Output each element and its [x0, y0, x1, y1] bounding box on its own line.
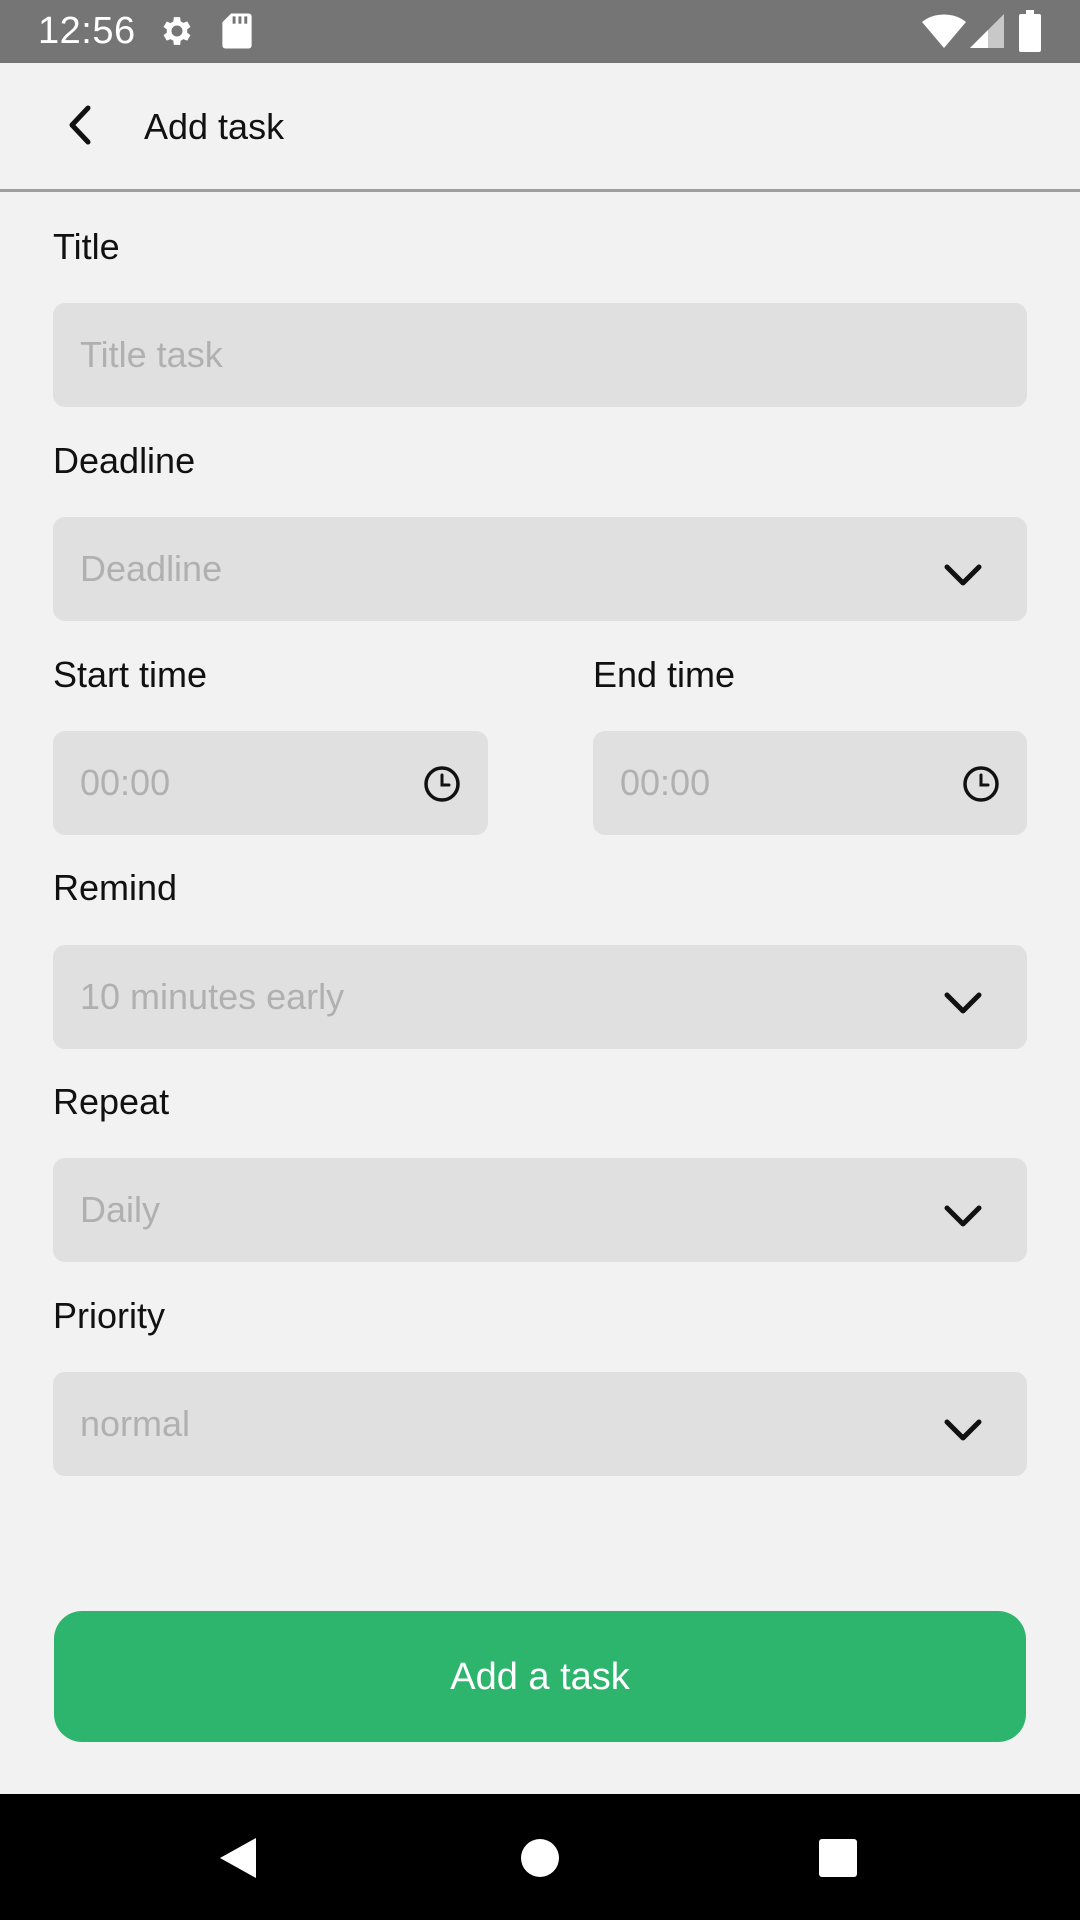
start-time-placeholder: 00:00	[80, 762, 171, 803]
signal-icon	[968, 12, 1004, 50]
end-time-label: End time	[593, 654, 736, 695]
title-label: Title	[53, 226, 120, 267]
remind-label: Remind	[53, 867, 178, 908]
remind-dropdown[interactable]: 10 minutes early	[53, 945, 1027, 1049]
add-task-button[interactable]: Add a task	[54, 1611, 1026, 1742]
gear-icon	[158, 12, 196, 50]
repeat-dropdown[interactable]: Daily	[53, 1158, 1027, 1262]
deadline-dropdown[interactable]: Deadline	[53, 517, 1027, 621]
nav-recents-icon[interactable]	[816, 1836, 860, 1880]
remind-value: 10 minutes early	[80, 976, 345, 1017]
sd-card-icon	[222, 12, 252, 50]
start-time-input[interactable]: 00:00	[53, 731, 488, 835]
app-bar: Add task	[0, 63, 1080, 192]
wifi-icon	[922, 12, 966, 50]
deadline-label: Deadline	[53, 440, 196, 481]
battery-icon	[1019, 10, 1041, 52]
page-title: Add task	[144, 106, 285, 147]
repeat-label: Repeat	[53, 1081, 170, 1122]
clock-icon	[962, 765, 1000, 803]
priority-value: normal	[80, 1403, 191, 1444]
title-input[interactable]: Title task	[53, 303, 1027, 407]
navigation-bar	[0, 1794, 1080, 1920]
repeat-value: Daily	[80, 1189, 161, 1230]
priority-dropdown[interactable]: normal	[53, 1372, 1027, 1476]
start-time-label: Start time	[53, 654, 208, 695]
clock-icon	[423, 765, 461, 803]
status-time: 12:56	[38, 10, 136, 52]
end-time-placeholder: 00:00	[620, 762, 711, 803]
end-time-input[interactable]: 00:00	[593, 731, 1027, 835]
title-placeholder: Title task	[80, 334, 223, 375]
deadline-placeholder: Deadline	[80, 548, 223, 589]
priority-label: Priority	[53, 1295, 166, 1336]
chevron-down-icon	[943, 1204, 983, 1230]
status-bar: 12:56	[0, 0, 1080, 63]
nav-home-icon[interactable]	[518, 1836, 562, 1880]
nav-back-icon[interactable]	[216, 1836, 260, 1880]
chevron-down-icon	[943, 563, 983, 589]
back-button[interactable]	[52, 99, 108, 155]
chevron-down-icon	[943, 1418, 983, 1444]
chevron-down-icon	[943, 991, 983, 1017]
chevron-left-icon	[64, 105, 96, 150]
